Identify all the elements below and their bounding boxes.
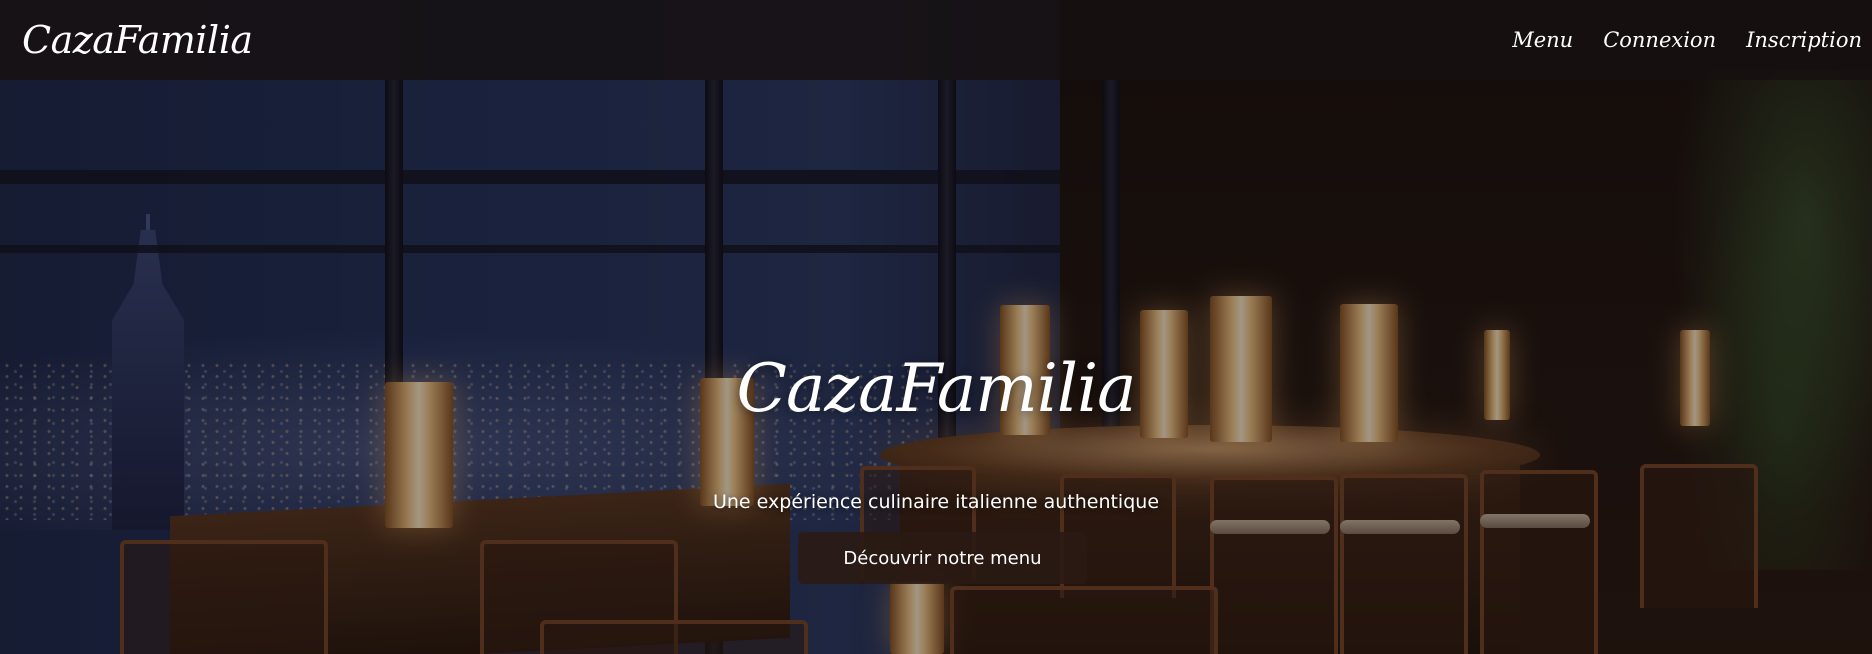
hero-subtitle: Une expérience culinaire italienne authe… — [712, 491, 1160, 513]
hero-title: CazaFamilia — [736, 350, 1137, 427]
hero-section: CazaFamilia Une expérience culinaire ita… — [0, 0, 1872, 654]
discover-menu-button[interactable]: Découvrir notre menu — [798, 532, 1087, 584]
page: CazaFamilia Menu Connexion Inscription C… — [0, 0, 1872, 654]
